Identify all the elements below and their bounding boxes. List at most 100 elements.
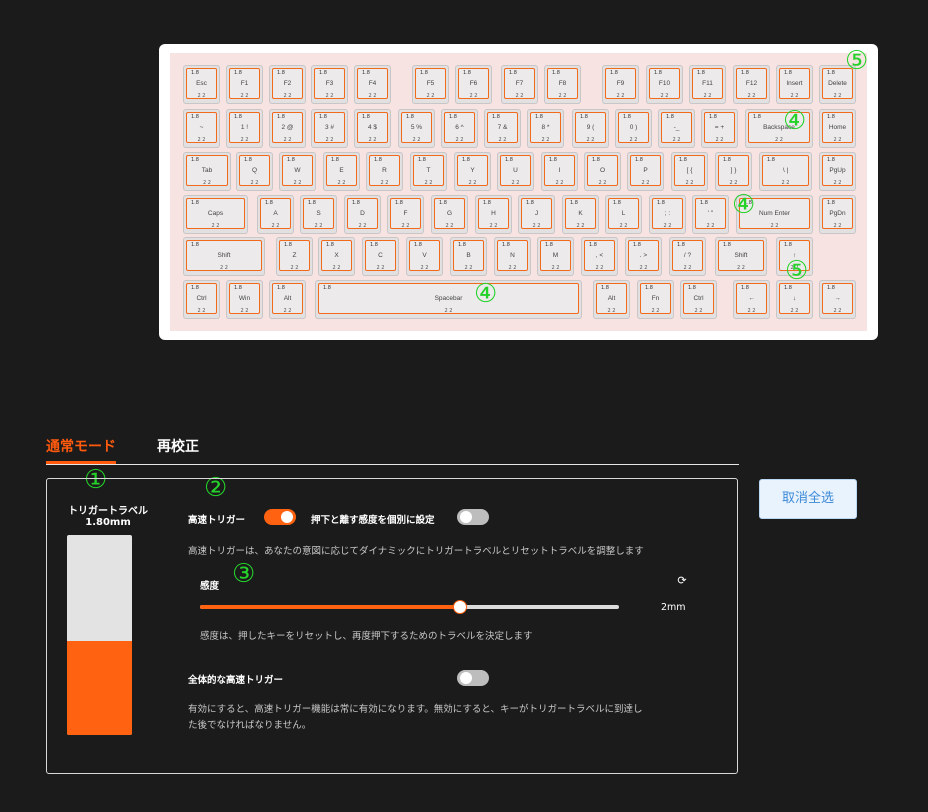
key[interactable]: 1.8 4 $ 2 2 [354, 109, 391, 148]
key[interactable]: 1.8 W 2 2 [279, 152, 316, 191]
key[interactable]: 1.8 L 2 2 [605, 195, 642, 234]
key[interactable]: 1.8 Fn 2 2 [637, 280, 674, 319]
key-travel-value: 1.8 [741, 70, 749, 76]
key[interactable]: 1.8 G 2 2 [431, 195, 468, 234]
key[interactable]: 1.8 1 ! 2 2 [226, 109, 263, 148]
sensitivity-value: 2mm [661, 602, 686, 613]
key[interactable]: 1.8 7 & 2 2 [484, 109, 521, 148]
key[interactable]: 1.8 Q 2 2 [236, 152, 273, 191]
key[interactable]: 1.8 -_ 2 2 [658, 109, 695, 148]
key[interactable]: 1.8 H 2 2 [475, 195, 512, 234]
key[interactable]: 1.8 Backspace 2 2 [745, 109, 813, 148]
key[interactable]: 1.8 5 % 2 2 [398, 109, 435, 148]
key[interactable]: 1.8 Spacebar 2 2 [315, 280, 582, 319]
key[interactable]: 1.8 Alt 2 2 [593, 280, 630, 319]
key[interactable]: 1.8 N 2 2 [494, 237, 531, 276]
key[interactable]: 1.8 M 2 2 [537, 237, 574, 276]
tab-normal-mode[interactable]: 通常モード [46, 436, 116, 456]
tab-recalibrate[interactable]: 再校正 [157, 436, 199, 456]
key[interactable]: 1.8 ↓ 2 2 [776, 280, 813, 319]
key[interactable]: 1.8 V 2 2 [406, 237, 443, 276]
key[interactable]: 1.8 , < 2 2 [581, 237, 618, 276]
key[interactable]: 1.8 E 2 2 [323, 152, 360, 191]
key[interactable]: 1.8 F8 2 2 [544, 65, 581, 104]
sensitivity-slider-thumb[interactable] [452, 600, 467, 614]
key[interactable]: 1.8 F9 2 2 [602, 65, 639, 104]
key[interactable]: 1.8 Shift 2 2 [183, 237, 265, 276]
key[interactable]: 1.8 A 2 2 [257, 195, 294, 234]
key[interactable]: 1.8 F2 2 2 [269, 65, 306, 104]
key[interactable]: 1.8 [ {2 2 [671, 152, 708, 191]
key[interactable]: 1.8 Ctrl 2 2 [183, 280, 220, 319]
sensitivity-slider[interactable] [200, 600, 619, 614]
key-rt-value: 2 2 [197, 137, 206, 143]
key[interactable]: 1.8] } 2 2 [715, 152, 752, 191]
key[interactable]: 1.8 X 2 2 [318, 237, 355, 276]
key[interactable]: 1.8 Delete 2 2 [819, 65, 856, 104]
key[interactable]: 1.8 Caps 2 2 [183, 195, 248, 234]
key[interactable]: 1.8 ↑ 2 2 [776, 237, 813, 276]
key[interactable]: 1.8 F10 2 2 [646, 65, 683, 104]
key[interactable]: 1.8 3 # 2 2 [311, 109, 348, 148]
key[interactable]: 1.8 / ? 2 2 [669, 237, 706, 276]
key[interactable]: 1.8 C 2 2 [362, 237, 399, 276]
rapid-trigger-toggle[interactable] [264, 509, 296, 525]
key[interactable]: 1.8 Win 2 2 [226, 280, 263, 319]
key[interactable]: 1.8 PgUp 2 2 [819, 152, 856, 191]
key[interactable]: 1.8 F3 2 2 [311, 65, 348, 104]
key[interactable]: 1.8 D 2 2 [344, 195, 381, 234]
key[interactable]: 1.8 = + 2 2 [701, 109, 738, 148]
key-label: U [513, 166, 518, 174]
key[interactable]: 1.8 Num Enter 2 2 [736, 195, 813, 234]
key[interactable]: 1.8 Home 2 2 [819, 109, 856, 148]
key[interactable]: 1.8 ~2 2 [183, 109, 220, 148]
key[interactable]: 1.8 \ | 2 2 [759, 152, 812, 191]
key[interactable]: 1.8 8 * 2 2 [527, 109, 564, 148]
key[interactable]: 1.8 PgDn 2 2 [819, 195, 856, 234]
key[interactable]: 1.8 F 2 2 [387, 195, 424, 234]
key[interactable]: 1.8 Shift 2 2 [715, 237, 767, 276]
key[interactable]: 1.8 0 ) 2 2 [615, 109, 652, 148]
key[interactable]: 1.8 ; : 2 2 [649, 195, 686, 234]
key[interactable]: 1.8 → 2 2 [819, 280, 856, 319]
key[interactable]: 1.8 K 2 2 [562, 195, 599, 234]
key[interactable]: 1.8 F5 2 2 [412, 65, 449, 104]
key[interactable]: 1.8 I 2 2 [541, 152, 578, 191]
key[interactable]: 1.8 Tab 2 2 [183, 152, 231, 191]
key-rt-value: 2 2 [511, 180, 520, 186]
key-rt-value: 2 2 [555, 180, 564, 186]
reset-icon[interactable]: ⟳ [676, 575, 688, 587]
separate-sensitivity-toggle[interactable] [457, 509, 489, 525]
deselect-all-button[interactable]: 取消全选 [759, 479, 857, 519]
key[interactable]: 1.8 Alt 2 2 [269, 280, 306, 319]
key[interactable]: 1.8 Ctrl 2 2 [680, 280, 717, 319]
key[interactable]: 1.8 S 2 2 [300, 195, 337, 234]
key-face: 1.8 Num Enter 2 2 [739, 198, 810, 229]
global-rapid-trigger-toggle[interactable] [457, 670, 489, 686]
key[interactable]: 1.8 R 2 2 [366, 152, 403, 191]
key[interactable]: 1.8 Z 2 2 [276, 237, 313, 276]
key[interactable]: 1.8 U 2 2 [497, 152, 534, 191]
key[interactable]: 1.8 F4 2 2 [354, 65, 391, 104]
key[interactable]: 1.8 ' " 2 2 [692, 195, 729, 234]
key[interactable]: 1.8 F1 2 2 [226, 65, 263, 104]
key[interactable]: 1.8 J 2 2 [518, 195, 555, 234]
key[interactable]: 1.8 . > 2 2 [625, 237, 662, 276]
key[interactable]: 1.8 ← 2 2 [733, 280, 770, 319]
key[interactable]: 1.8 F7 2 2 [501, 65, 538, 104]
key[interactable]: 1.8 Y 2 2 [454, 152, 491, 191]
key[interactable]: 1.8 F6 2 2 [455, 65, 492, 104]
key[interactable]: 1.8 P 2 2 [627, 152, 664, 191]
key[interactable]: 1.8 Insert 2 2 [776, 65, 813, 104]
key[interactable]: 1.8 9 (2 2 [572, 109, 609, 148]
key-rt-value: 2 2 [619, 223, 628, 229]
trigger-travel-bar[interactable] [67, 535, 132, 735]
key[interactable]: 1.8 T 2 2 [410, 152, 447, 191]
key[interactable]: 1.8 2 @ 2 2 [269, 109, 306, 148]
key[interactable]: 1.8 Esc 2 2 [183, 65, 220, 104]
key[interactable]: 1.8 F11 2 2 [689, 65, 726, 104]
key[interactable]: 1.8 O 2 2 [584, 152, 621, 191]
key[interactable]: 1.8 F12 2 2 [733, 65, 770, 104]
key[interactable]: 1.8 B 2 2 [450, 237, 487, 276]
key[interactable]: 1.8 6 ^ 2 2 [441, 109, 478, 148]
